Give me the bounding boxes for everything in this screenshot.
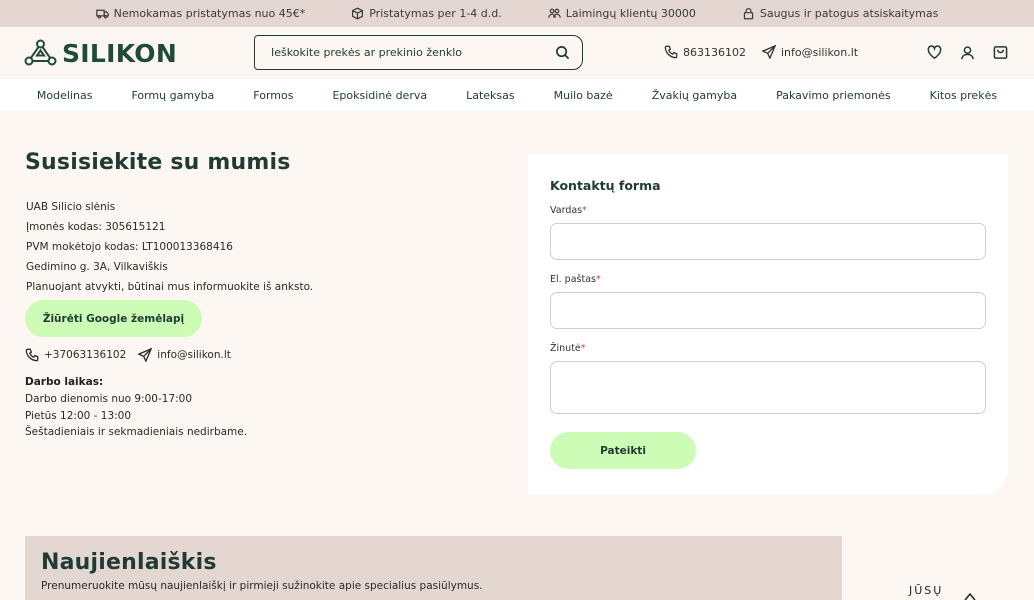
header-icons [927, 45, 1008, 60]
nav-item-pakavimo-priemones[interactable]: Pakavimo priemonės [757, 89, 911, 102]
header-email-text: info@silikon.lt [781, 45, 859, 59]
nav-item-epoksidine-derva[interactable]: Epoksidinė derva [313, 89, 447, 102]
name-label: Vardas* [550, 205, 587, 216]
user-icon[interactable] [960, 45, 975, 60]
topbar-item-payment: Saugus ir patogus atsiskaitymas [742, 7, 938, 20]
contact-email-link[interactable]: info@silikon.lt [138, 348, 231, 362]
phone-icon [25, 348, 39, 362]
search-icon[interactable] [555, 45, 570, 60]
search-box[interactable] [254, 35, 583, 70]
send-icon [762, 45, 776, 59]
newsletter-title: Naujienlaiškis [41, 550, 217, 575]
nav-item-lateksas[interactable]: Lateksas [447, 89, 535, 102]
contact-phone-link[interactable]: +37063136102 [25, 348, 126, 362]
nav-item-zvakiu-gamyba[interactable]: Žvakių gamyba [632, 89, 756, 102]
submit-button[interactable]: Pateikti [550, 432, 696, 469]
topbar-item-delivery: Pristatymas per 1-4 d.d. [351, 7, 502, 20]
hours-weekdays: Darbo dienomis nuo 9:00-17:00 [25, 393, 193, 405]
heart-icon[interactable] [927, 45, 942, 60]
email-field[interactable] [550, 292, 986, 329]
newsletter-text: Prenumeruokite mūsų naujienlaiškį ir pir… [41, 580, 483, 592]
nav-item-formos[interactable]: Formos [234, 89, 313, 102]
cart-icon[interactable] [993, 45, 1008, 60]
page-title: Susisiekite su mumis [25, 150, 291, 175]
main-nav: Modelinas Formų gamyba Formos Epoksidinė… [0, 79, 1034, 111]
email-label: El. paštas* [550, 274, 601, 285]
lock-icon [743, 8, 754, 20]
top-info-bar: Nemokamas pristatymas nuo 45€* Pristatym… [0, 0, 1034, 27]
message-label: Žinutė* [550, 343, 586, 354]
company-name: UAB Silicio slėnis [26, 201, 116, 213]
topbar-item-shipping: Nemokamas pristatymas nuo 45€* [95, 7, 306, 20]
header-phone-text: 863136102 [683, 45, 746, 59]
hours-title: Darbo laikas: [25, 376, 104, 388]
address: Gedimino g. 3A, Vilkaviškis [26, 261, 168, 273]
newsletter-section: Naujienlaiškis Prenumeruokite mūsų nauji… [25, 536, 842, 600]
logo-molecule-icon [24, 39, 57, 66]
topbar-text: Saugus ir patogus atsiskaitymas [759, 7, 939, 20]
site-logo[interactable]: SILIKON [24, 39, 177, 68]
side-badge-text: JŪSŲ [909, 584, 944, 597]
box-icon [352, 7, 364, 20]
google-map-button[interactable]: Žiūrėti Google žemėlapį [25, 300, 202, 337]
topbar-text: Nemokamas pristatymas nuo 45€* [113, 7, 306, 20]
hours-lunch: Pietūs 12:00 - 13:00 [25, 409, 132, 422]
nav-item-modelinas[interactable]: Modelinas [17, 89, 112, 102]
logo-text: SILIKON [62, 38, 178, 68]
topbar-item-clients: Laimingų klientų 30000 [547, 7, 696, 20]
nav-item-formu-gamyba[interactable]: Formų gamyba [112, 89, 234, 102]
header-phone[interactable]: 863136102 [664, 45, 746, 59]
nav-item-kitos-prekes[interactable]: Kitos prekės [910, 89, 1016, 102]
chevron-up-icon[interactable] [964, 591, 976, 600]
contact-links: +37063136102 info@silikon.lt [25, 348, 445, 362]
site-header: SILIKON 863136102 info@silikon.lt [0, 27, 1034, 79]
nav-item-muilo-baze[interactable]: Muilo bazė [534, 89, 632, 102]
contact-phone-text: +37063136102 [44, 349, 127, 361]
topbar-text: Pristatymas per 1-4 d.d. [369, 7, 502, 20]
search-input[interactable] [271, 46, 555, 59]
header-email[interactable]: info@silikon.lt [762, 45, 858, 59]
contact-email-text: info@silikon.lt [157, 349, 231, 361]
name-field[interactable] [550, 223, 986, 260]
vat-code: PVM mokėtojo kodas: LT100013368416 [26, 241, 233, 253]
contact-info: Susisiekite su mumis UAB Silicio slėnis … [25, 150, 445, 441]
company-code: Įmonės kodas: 305615121 [26, 221, 166, 233]
form-title: Kontaktų forma [550, 178, 661, 193]
phone-icon [664, 45, 678, 59]
people-icon [547, 8, 561, 18]
hours-weekend: Šeštadieniais ir sekmadieniais nedirbame… [25, 426, 248, 438]
send-icon [138, 348, 153, 362]
message-field[interactable] [550, 361, 986, 414]
visit-note: Planuojant atvykti, būtinai mus informuo… [26, 281, 314, 293]
truck-icon [95, 9, 109, 19]
topbar-text: Laimingų klientų 30000 [565, 7, 696, 20]
contact-form: Kontaktų forma Vardas* El. paštas* Žinut… [528, 154, 1008, 495]
